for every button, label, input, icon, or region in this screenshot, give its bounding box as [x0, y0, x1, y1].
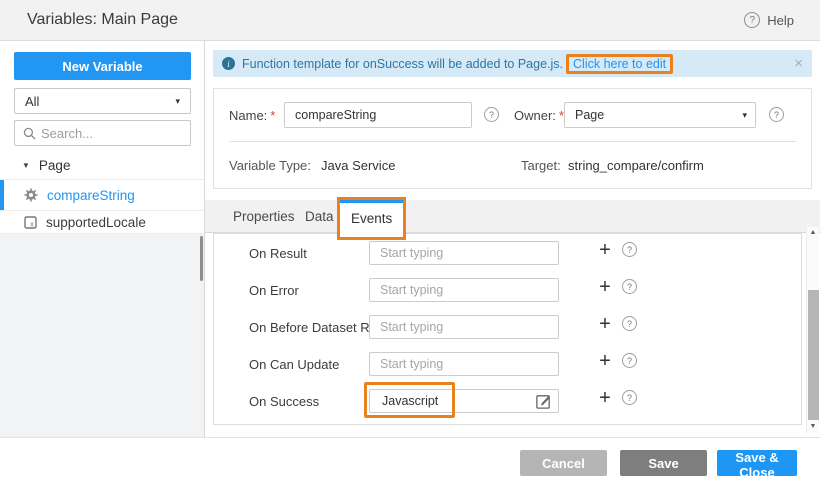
- scroll-down-icon[interactable]: ▼: [807, 421, 819, 433]
- banner-text: Function template for onSuccess will be …: [242, 57, 563, 71]
- add-action-icon[interactable]: +: [596, 239, 614, 262]
- event-label: On Can Update: [249, 357, 339, 372]
- event-row-on-can-update: On Can Update + ?: [214, 349, 801, 379]
- tree-group-page[interactable]: ▼ Page: [0, 151, 204, 180]
- event-row-on-error: On Error + ?: [214, 275, 801, 305]
- chevron-down-icon: ▾: [742, 110, 747, 121]
- service-variable-icon: [24, 188, 38, 202]
- on-error-input[interactable]: [369, 278, 559, 302]
- event-row-on-result: On Result + ?: [214, 238, 801, 268]
- search-icon: [23, 127, 36, 140]
- variable-type-value: Java Service: [321, 158, 395, 173]
- event-help-icon[interactable]: ?: [622, 316, 637, 331]
- vertical-scrollbar[interactable]: ▲ ▼: [806, 227, 819, 433]
- variable-detail-panel: i Function template for onSuccess will b…: [205, 41, 820, 437]
- target-value: string_compare/confirm: [568, 158, 704, 173]
- events-panel: On Result + ? On Error + ? On Before Dat…: [213, 233, 802, 425]
- event-row-on-success: On Success Javascript + ?: [214, 386, 801, 416]
- variables-sidebar: New Variable All ▾ ▼ Page: [0, 41, 205, 437]
- sidebar-item-supportedlocale[interactable]: x supportedLocale: [0, 211, 204, 234]
- help-label: Help: [767, 13, 794, 28]
- tree-group-label: Page: [39, 158, 71, 173]
- event-help-icon[interactable]: ?: [622, 353, 637, 368]
- search-input[interactable]: [41, 126, 176, 141]
- name-help-icon[interactable]: ?: [484, 107, 499, 122]
- name-label: Name:*: [229, 108, 275, 123]
- variable-search: [14, 120, 191, 146]
- add-action-icon[interactable]: +: [596, 387, 614, 410]
- tree-collapse-icon: ▼: [22, 161, 30, 170]
- name-field[interactable]: [284, 102, 472, 128]
- variable-type-label: Variable Type:: [229, 158, 311, 173]
- tab-bar: Properties Data Events: [205, 200, 820, 233]
- filter-value: All: [25, 94, 39, 109]
- close-icon[interactable]: ×: [794, 55, 803, 72]
- owner-select[interactable]: Page ▾: [564, 102, 756, 128]
- event-help-icon[interactable]: ?: [622, 242, 637, 257]
- dialog-footer: Cancel Save Save & Close: [0, 437, 820, 489]
- add-action-icon[interactable]: +: [596, 350, 614, 373]
- dialog-header: Variables: Main Page ? Help: [0, 0, 820, 41]
- tab-events[interactable]: Events: [340, 200, 403, 237]
- page-title: Variables: Main Page: [27, 11, 178, 29]
- click-here-to-edit-link[interactable]: Click here to edit: [566, 54, 673, 74]
- event-help-icon[interactable]: ?: [622, 390, 637, 405]
- sidebar-item-comparestring[interactable]: compareString: [0, 180, 204, 211]
- type-target-row: Variable Type: Java Service Target: stri…: [229, 152, 796, 178]
- variables-dialog: Variables: Main Page ? Help New Variable…: [0, 0, 820, 489]
- variable-filter-select[interactable]: All ▾: [14, 88, 191, 114]
- help-circle-icon: ?: [744, 12, 760, 28]
- add-action-icon[interactable]: +: [596, 276, 614, 299]
- tab-data[interactable]: Data: [305, 200, 334, 233]
- sidebar-empty-area: [0, 234, 204, 437]
- on-can-update-input[interactable]: [369, 352, 559, 376]
- scrollbar-thumb[interactable]: [808, 290, 819, 420]
- owner-value: Page: [575, 108, 604, 122]
- tree-item-label: supportedLocale: [46, 215, 146, 230]
- tab-properties[interactable]: Properties: [233, 200, 295, 233]
- owner-help-icon[interactable]: ?: [769, 107, 784, 122]
- name-owner-row: Name:* ? Owner:* Page ▾ ?: [229, 102, 796, 128]
- tree-item-label: compareString: [47, 188, 135, 203]
- required-marker: *: [270, 108, 275, 123]
- event-label: On Success: [249, 394, 319, 409]
- on-success-field[interactable]: Javascript: [369, 389, 559, 413]
- locale-variable-icon: x: [24, 216, 37, 229]
- info-banner: i Function template for onSuccess will b…: [213, 50, 812, 77]
- edit-icon: [535, 393, 552, 410]
- new-variable-button[interactable]: New Variable: [14, 52, 191, 80]
- scroll-up-icon[interactable]: ▲: [807, 227, 819, 239]
- chevron-down-icon: ▾: [175, 96, 180, 107]
- target-label: Target:: [521, 158, 561, 173]
- on-result-input[interactable]: [369, 241, 559, 265]
- sidebar-scrollbar[interactable]: [200, 236, 203, 281]
- save-button[interactable]: Save: [620, 450, 707, 476]
- event-row-on-before-dataset-ready: On Before Dataset Ready + ?: [214, 312, 801, 342]
- selected-indicator: [0, 180, 4, 210]
- event-help-icon[interactable]: ?: [622, 279, 637, 294]
- edit-script-button[interactable]: [535, 393, 552, 410]
- svg-text:x: x: [30, 221, 34, 228]
- event-label: On Error: [249, 283, 299, 298]
- form-divider: [229, 141, 796, 142]
- owner-label: Owner:*: [514, 108, 564, 123]
- event-label: On Result: [249, 246, 307, 261]
- help-button[interactable]: ? Help: [744, 12, 794, 28]
- variable-summary-box: Name:* ? Owner:* Page ▾ ? Variable Type:…: [213, 88, 812, 189]
- info-icon: i: [222, 57, 235, 70]
- cancel-button[interactable]: Cancel: [520, 450, 607, 476]
- on-success-value: Javascript: [382, 394, 438, 408]
- on-before-dataset-ready-input[interactable]: [369, 315, 559, 339]
- save-and-close-button[interactable]: Save & Close: [717, 450, 797, 476]
- add-action-icon[interactable]: +: [596, 313, 614, 336]
